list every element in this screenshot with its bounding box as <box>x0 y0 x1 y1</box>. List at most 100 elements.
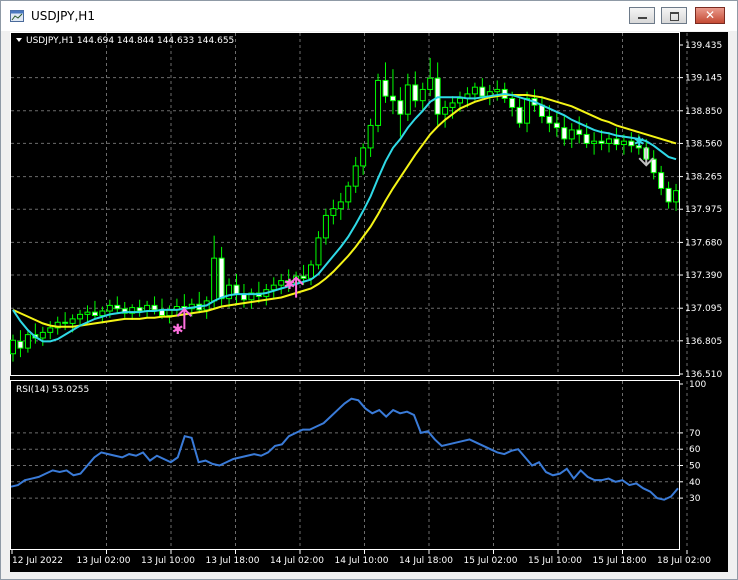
time-tick-label: 13 Jul 02:00 <box>77 556 131 566</box>
candle-body <box>330 208 337 216</box>
candle-body <box>471 86 478 95</box>
candle-body <box>106 304 113 312</box>
candle-body <box>412 84 419 102</box>
chart-canvas[interactable]: 12 Jul 2022 13 Jul 02:00 13 Jul 10:00 13 Ju… <box>10 32 728 572</box>
rsi-level-label: 60 <box>689 445 701 455</box>
rsi-level-label: 50 <box>689 462 701 472</box>
rsi-level-label: 40 <box>689 478 701 488</box>
main-panel-border <box>10 32 680 376</box>
price-tick-label: 139.435 <box>685 41 722 51</box>
price-tick-label: 138.265 <box>685 173 722 183</box>
chart-window-icon <box>10 10 24 22</box>
candle-body <box>419 88 426 102</box>
price-tick-label: 136.805 <box>685 337 722 347</box>
time-tick-label: 13 Jul 10:00 <box>141 556 195 566</box>
candle-body <box>91 311 98 317</box>
candle-body <box>427 77 434 90</box>
time-tick-label: 15 Jul 18:00 <box>593 556 647 566</box>
candle-body <box>345 185 352 203</box>
candle-body <box>524 97 531 124</box>
rsi-level-label: 100 <box>689 380 706 390</box>
price-tick-label: 137.095 <box>685 304 722 314</box>
candle-body <box>568 129 575 140</box>
candle-body <box>665 187 672 203</box>
price-tick-label: 137.975 <box>685 205 722 215</box>
candle-body <box>404 84 411 115</box>
chart-area[interactable]: 12 Jul 2022 13 Jul 02:00 13 Jul 10:00 13 Ju… <box>10 32 728 572</box>
candle-body <box>509 97 516 108</box>
candle-body <box>516 106 523 124</box>
price-tick-label: 138.850 <box>685 107 722 117</box>
time-tick-label: 15 Jul 02:00 <box>464 556 518 566</box>
time-tick-label: 15 Jul 10:00 <box>528 556 582 566</box>
symbol-dropdown-icon[interactable] <box>16 38 22 42</box>
candle-body <box>620 140 627 146</box>
symbol-info-label: USDJPY,H1 144.694 144.844 144.633 144.65… <box>26 36 234 46</box>
candle-body <box>658 172 665 189</box>
candle-body <box>218 257 225 300</box>
buy-star-icon: ✱ <box>172 322 184 338</box>
close-button[interactable]: ✕ <box>695 7 725 24</box>
candle-body <box>457 97 463 104</box>
candle-body <box>151 304 158 311</box>
time-tick-label: 14 Jul 18:00 <box>399 556 453 566</box>
candle-body <box>434 77 441 115</box>
candle-body <box>583 133 590 144</box>
candle-body <box>308 264 314 279</box>
close-icon: ✕ <box>704 8 716 22</box>
candle-body <box>337 201 344 210</box>
candle-body <box>479 86 486 97</box>
price-tick-label: 137.680 <box>685 238 722 248</box>
minimize-button[interactable] <box>629 7 655 24</box>
candle-body <box>352 165 359 187</box>
candle-body <box>136 307 143 312</box>
candle-body <box>47 327 54 333</box>
sell-star-icon: ✱ <box>634 135 645 150</box>
candle-body <box>375 79 382 126</box>
candle-body <box>211 257 218 302</box>
candle-body <box>69 318 76 324</box>
candle-body <box>546 115 553 124</box>
candle-body <box>673 190 680 203</box>
time-tick-label: 14 Jul 02:00 <box>270 556 324 566</box>
candle-body <box>576 129 583 135</box>
price-tick-label: 138.560 <box>685 139 722 149</box>
chart-window: USDJPY,H1 ✕ 12 Jul 2022 13 Jul 02:00 13 Ju… <box>0 0 738 580</box>
candle-body <box>561 127 568 140</box>
maximize-button[interactable] <box>661 7 687 24</box>
rsi-level-label: 70 <box>689 429 701 439</box>
candle-body <box>591 140 598 144</box>
candle-body <box>17 340 24 349</box>
candle-body <box>10 339 16 355</box>
price-tick-label: 136.510 <box>685 370 722 380</box>
time-tick-label: 12 Jul 2022 <box>12 556 63 566</box>
time-tick-label: 13 Jul 18:00 <box>206 556 260 566</box>
candle-body <box>382 79 389 97</box>
window-title: USDJPY,H1 <box>31 9 95 23</box>
candle-body <box>442 106 449 115</box>
candle-body <box>613 138 620 146</box>
candle-body <box>233 284 240 295</box>
candle-body <box>553 122 560 129</box>
candle-body <box>114 304 121 310</box>
price-tick-label: 139.145 <box>685 74 722 84</box>
candle-body <box>598 140 605 144</box>
candle-body <box>367 124 374 149</box>
candle-body <box>322 214 329 239</box>
candle-body <box>39 331 46 339</box>
candle-body <box>77 313 84 320</box>
title-bar[interactable]: USDJPY,H1 ✕ <box>1 1 737 31</box>
candle-body <box>389 95 396 102</box>
candle-body <box>99 310 106 317</box>
candle-body <box>650 158 657 174</box>
time-tick-label: 18 Jul 02:00 <box>657 556 711 566</box>
candle-body <box>360 147 367 167</box>
rsi-panel-border <box>10 380 680 550</box>
candle-body <box>449 102 456 108</box>
candle-body <box>300 275 307 279</box>
candle-body <box>24 334 31 349</box>
candle-body <box>315 237 322 266</box>
candle-body <box>397 100 404 115</box>
time-tick-label: 14 Jul 10:00 <box>335 556 389 566</box>
candle-body <box>62 321 69 324</box>
